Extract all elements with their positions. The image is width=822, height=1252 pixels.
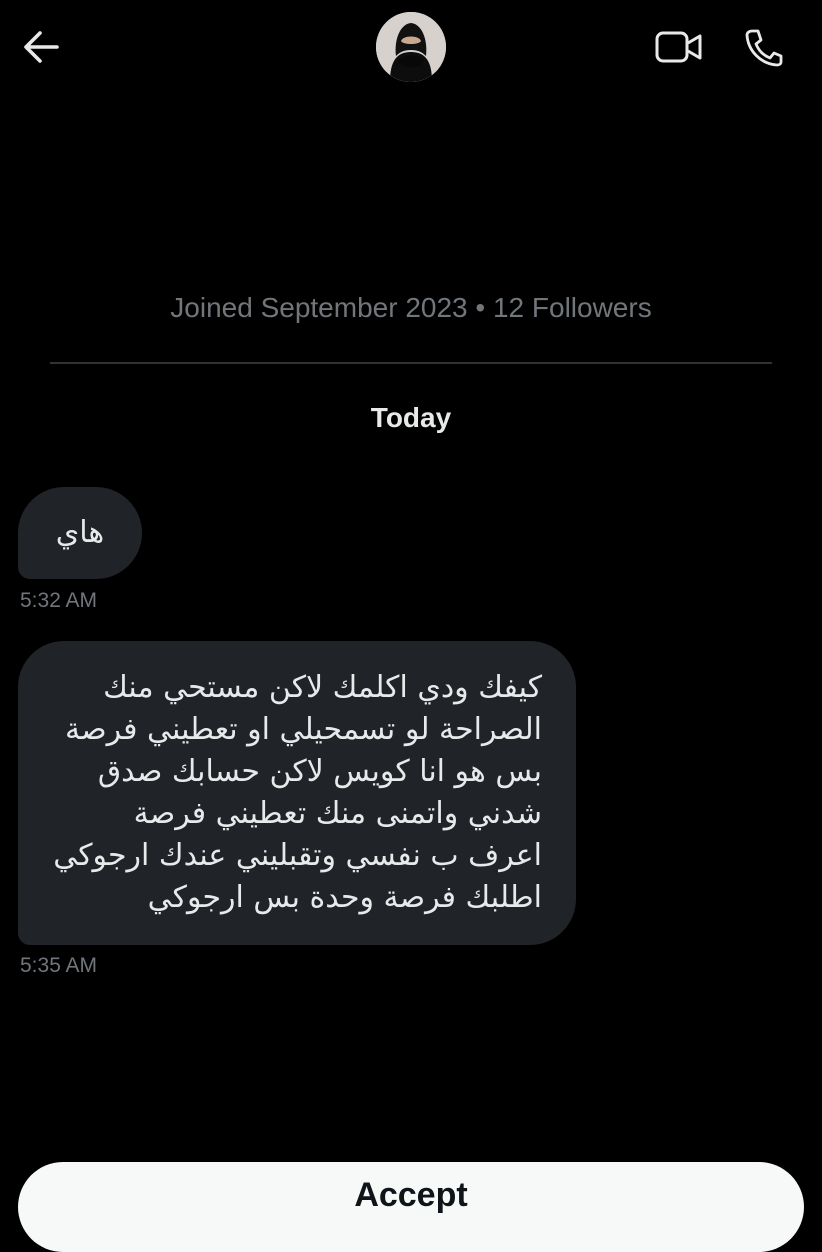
message-timestamp: 5:32 AM: [20, 589, 98, 612]
message-timestamp: 5:35 AM: [20, 954, 98, 977]
message-text: هاي: [55, 515, 105, 550]
conversation-header: [0, 0, 822, 110]
back-button[interactable]: [18, 24, 64, 70]
message-text-line: الصراحة لو تسمحيلي او تعطيني فرصة: [65, 712, 542, 747]
message-text-line: بس هو انا كويس لاكن حسابك صدق: [97, 754, 542, 789]
accept-button[interactable]: Accept: [18, 1162, 804, 1252]
phone-icon: [745, 29, 783, 67]
profile-join-followers: Joined September 2023 • 12 Followers: [170, 292, 652, 323]
avatar-image: [376, 12, 446, 82]
voice-call-button[interactable]: [738, 22, 788, 72]
accept-button-label: Accept: [354, 1176, 468, 1214]
profile-name-area: [250, 100, 572, 260]
message-text-line: كيفك ودي اكلمك لاكن مستحي منك: [103, 670, 542, 705]
message-bubble[interactable]: كيفك ودي اكلمك لاكن مستحي منك الصراحة لو…: [18, 641, 576, 945]
avatar[interactable]: [376, 12, 446, 82]
message-text-line: اطلبك فرصة وحدة بس ارجوكي: [147, 880, 542, 915]
video-call-button[interactable]: [652, 22, 706, 72]
divider: [50, 362, 772, 364]
video-camera-icon: [655, 31, 702, 63]
message-text-line: شدني واتمنى منك تعطيني فرصة: [133, 796, 542, 831]
arrow-left-icon: [24, 31, 59, 63]
date-separator: Today: [370, 402, 452, 433]
message-bubble[interactable]: هاي: [18, 487, 142, 579]
message-text-line: اعرف ب نفسي وتقبليني عندك ارجوكي: [53, 838, 542, 873]
